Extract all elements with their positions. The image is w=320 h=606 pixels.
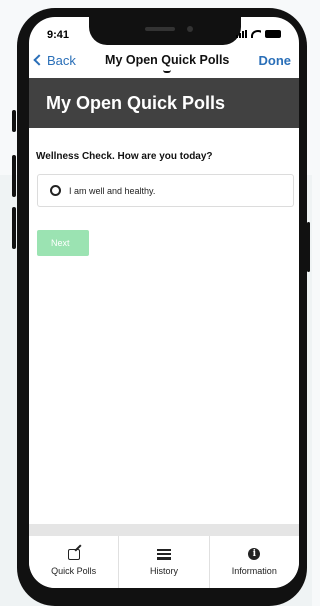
- speaker: [145, 27, 175, 31]
- page-title: My Open Quick Polls: [46, 92, 226, 113]
- tab-label: History: [149, 566, 178, 576]
- edit-icon: [67, 548, 80, 560]
- info-icon: i: [248, 548, 261, 560]
- notch: [89, 17, 241, 45]
- tab-information[interactable]: i Information: [210, 536, 299, 588]
- list-icon-wrap: [156, 548, 171, 560]
- status-time: 9:41: [47, 29, 70, 41]
- phone-volume-up-button: [12, 155, 16, 197]
- phone-power-button: [307, 222, 310, 272]
- nav-title: My Open Quick Polls: [105, 53, 230, 73]
- poll-option-label: I am well and healthy.: [69, 185, 156, 196]
- status-icons: [236, 29, 281, 39]
- phone-mute-button: [12, 110, 16, 132]
- list-icon: [156, 548, 171, 560]
- wifi-icon: [251, 30, 261, 38]
- poll-option[interactable]: I am well and healthy.: [37, 174, 294, 207]
- phone-screen: 9:41 Back My Open Quick Polls Done My Op…: [29, 17, 299, 588]
- poll-question: Wellness Check. How are you today?: [36, 151, 213, 162]
- chevron-left-icon: [33, 54, 45, 66]
- tab-history[interactable]: History: [119, 536, 210, 588]
- battery-icon: [265, 30, 281, 38]
- edit-icon-wrap: [67, 548, 80, 560]
- camera: [187, 26, 193, 32]
- signal-icon: [236, 30, 247, 38]
- nav-title-text: My Open Quick Polls: [105, 53, 230, 67]
- phone-volume-down-button: [12, 207, 16, 249]
- back-label: Back: [47, 52, 76, 68]
- tab-quick-polls[interactable]: Quick Polls: [29, 536, 120, 588]
- radio-button[interactable]: [50, 185, 61, 196]
- back-button[interactable]: Back: [33, 52, 76, 68]
- chevron-down-icon: [163, 70, 172, 73]
- info-icon-wrap: i: [248, 548, 261, 560]
- page-header: My Open Quick Polls: [29, 78, 299, 128]
- tab-bar: Quick Polls History i Information: [29, 536, 299, 588]
- tab-label: Information: [231, 566, 277, 576]
- next-button[interactable]: Next: [37, 230, 89, 256]
- done-button[interactable]: Done: [259, 53, 292, 68]
- tab-label: Quick Polls: [51, 566, 97, 576]
- tabbar-divider: [29, 524, 299, 536]
- nav-bar: Back My Open Quick Polls Done: [29, 47, 299, 73]
